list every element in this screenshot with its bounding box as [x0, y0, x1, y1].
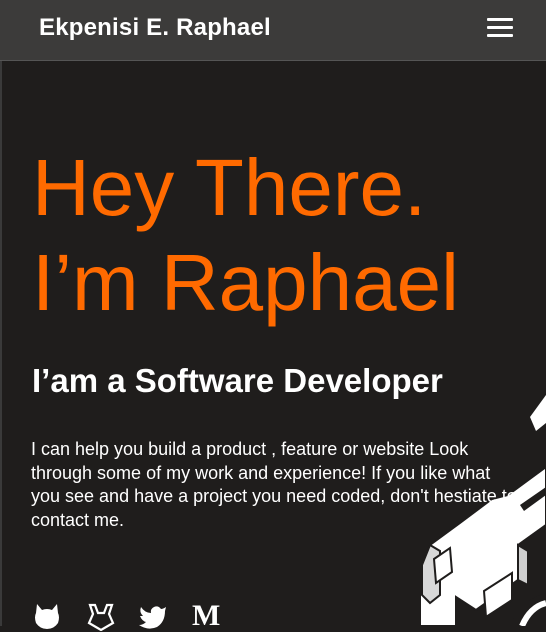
page-edge-divider: [0, 61, 2, 626]
navbar: Ekpenisi E. Raphael: [0, 0, 546, 61]
hero-greeting-line-2: I’m Raphael: [32, 238, 459, 327]
hero-bio: I can help you build a product , feature…: [31, 439, 517, 530]
hero-heading: Hey There. I’m Raphael: [32, 140, 459, 330]
hero-greeting-line-1: Hey There.: [32, 143, 427, 232]
brand-name[interactable]: Ekpenisi E. Raphael: [39, 13, 271, 43]
github-icon[interactable]: [32, 601, 62, 631]
hero-subtitle: I’am a Software Developer: [32, 362, 443, 399]
gitlab-icon[interactable]: [86, 601, 116, 631]
twitter-icon[interactable]: [138, 601, 168, 631]
medium-icon[interactable]: M: [192, 601, 222, 631]
hamburger-menu-icon[interactable]: [484, 14, 516, 42]
